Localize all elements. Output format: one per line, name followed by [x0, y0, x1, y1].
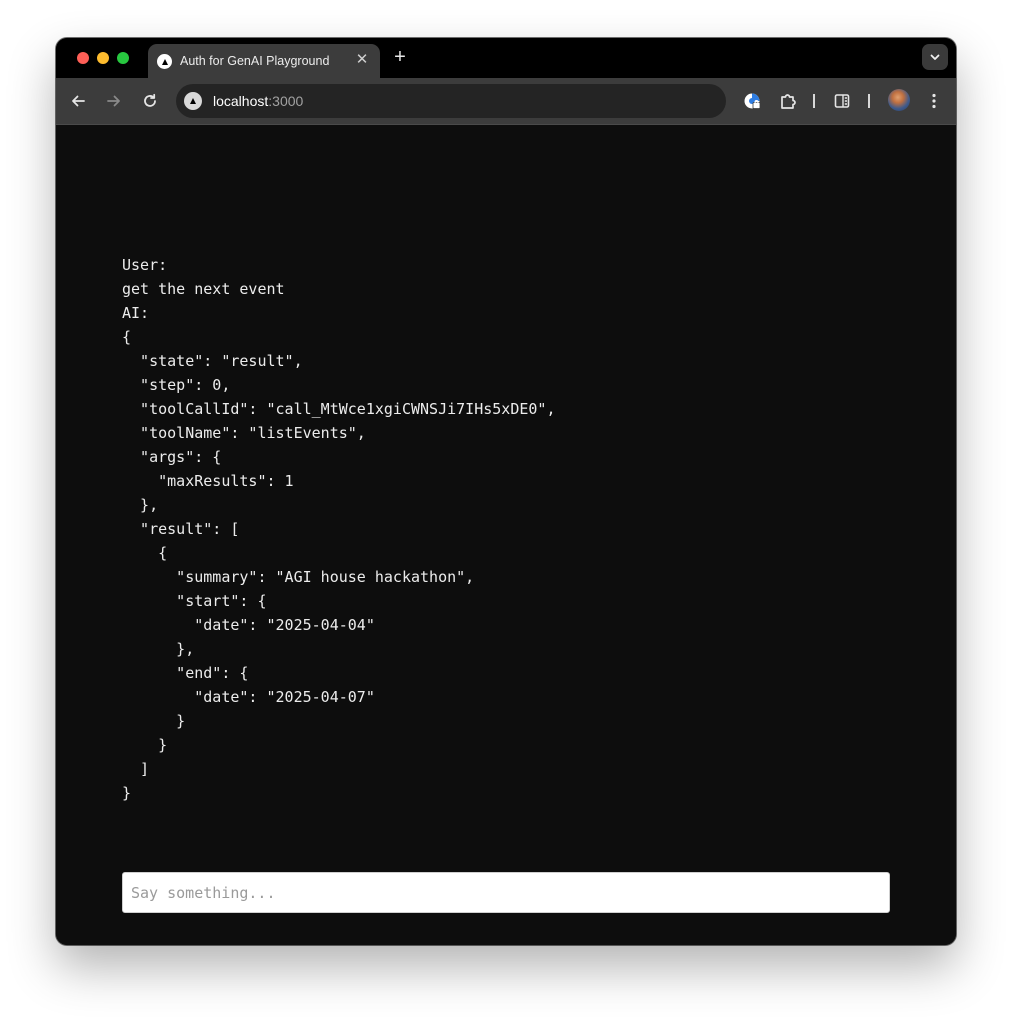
minimize-window-button[interactable] [97, 52, 109, 64]
arrow-right-icon[interactable] [103, 90, 125, 112]
arrow-left-icon[interactable] [67, 90, 89, 112]
ai-label: AI: [122, 304, 150, 322]
toolbar-separator [813, 94, 815, 108]
tab-strip: Auth for GenAI Playground ✕ + [56, 38, 956, 78]
url-port: :3000 [268, 93, 304, 109]
tab-auth-for-genai-playground[interactable]: Auth for GenAI Playground ✕ [148, 44, 380, 78]
browser-toolbar: localhost:3000 [56, 78, 956, 125]
url-host: localhost [213, 93, 269, 109]
plus-icon[interactable]: + [390, 46, 410, 68]
user-message: get the next event [122, 280, 285, 298]
reload-icon[interactable] [139, 90, 161, 112]
side-panel-icon[interactable] [831, 90, 853, 112]
kebab-menu-icon[interactable] [923, 90, 945, 112]
chat-transcript: User: get the next event AI: { "state": "re… [122, 253, 555, 805]
chevron-down-icon[interactable] [922, 44, 948, 70]
close-window-button[interactable] [77, 52, 89, 64]
chat-input[interactable] [122, 872, 890, 913]
triangle-logo-icon [157, 54, 172, 69]
page-content: User: get the next event AI: { "state": "re… [56, 125, 956, 945]
key-icon[interactable] [741, 90, 763, 112]
user-label: User: [122, 256, 168, 274]
address-bar[interactable]: localhost:3000 [176, 84, 726, 118]
puzzle-icon[interactable] [777, 90, 799, 112]
browser-window: Auth for GenAI Playground ✕ + localhost:… [56, 38, 956, 945]
ai-response: { "state": "result", "step": 0, "toolCal… [122, 328, 556, 802]
close-icon[interactable]: ✕ [352, 50, 372, 70]
avatar[interactable] [888, 89, 910, 111]
zoom-window-button[interactable] [117, 52, 129, 64]
tab-title: Auth for GenAI Playground [180, 54, 330, 68]
url-text: localhost:3000 [213, 93, 303, 109]
triangle-logo-icon[interactable] [184, 92, 202, 110]
toolbar-separator [868, 94, 870, 108]
